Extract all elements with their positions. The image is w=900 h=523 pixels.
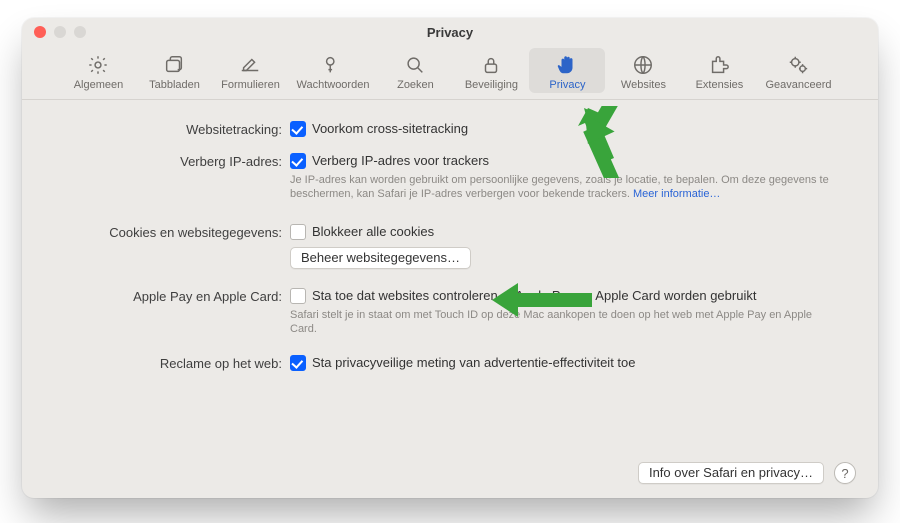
tab-label: Beveiliging bbox=[465, 79, 518, 91]
tab-label: Tabbladen bbox=[149, 79, 200, 91]
check-icon bbox=[290, 121, 306, 137]
label-ads: Reclame op het web: bbox=[50, 354, 290, 371]
row-website-tracking: Websitetracking: Voorkom cross-sitetrack… bbox=[50, 120, 850, 138]
preferences-window: Privacy Algemeen Tabbladen Formulieren W… bbox=[22, 18, 878, 498]
close-window-button[interactable] bbox=[34, 26, 46, 38]
checkbox-label: Blokkeer alle cookies bbox=[312, 223, 434, 241]
checkbox-label: Verberg IP-adres voor trackers bbox=[312, 152, 489, 170]
help-button[interactable]: ? bbox=[834, 462, 856, 484]
checkbox-hide-ip[interactable]: Verberg IP-adres voor trackers bbox=[290, 152, 850, 170]
tab-label: Websites bbox=[621, 79, 666, 91]
check-icon bbox=[290, 355, 306, 371]
puzzle-icon bbox=[708, 52, 730, 78]
globe-icon bbox=[632, 52, 654, 78]
tab-label: Wachtwoorden bbox=[296, 79, 369, 91]
checkbox-prevent-cross-site[interactable]: Voorkom cross-sitetracking bbox=[290, 120, 850, 138]
gear-icon bbox=[87, 52, 109, 78]
tab-advanced[interactable]: Geavanceerd bbox=[757, 48, 839, 93]
tab-label: Privacy bbox=[549, 79, 585, 91]
checkbox-block-cookies[interactable]: Blokkeer alle cookies bbox=[290, 223, 850, 241]
tab-label: Algemeen bbox=[74, 79, 124, 91]
check-icon bbox=[290, 224, 306, 240]
label-hide-ip: Verberg IP-adres: bbox=[50, 152, 290, 169]
search-icon bbox=[404, 52, 426, 78]
checkbox-label: Sta privacyveilige meting van advertenti… bbox=[312, 354, 635, 372]
tab-privacy[interactable]: Privacy bbox=[529, 48, 605, 93]
gears-icon bbox=[787, 52, 809, 78]
traffic-lights bbox=[34, 26, 86, 38]
label-apple-pay: Apple Pay en Apple Card: bbox=[50, 287, 290, 304]
tab-general[interactable]: Algemeen bbox=[60, 48, 136, 93]
tab-websites[interactable]: Websites bbox=[605, 48, 681, 93]
tab-label: Geavanceerd bbox=[765, 79, 831, 91]
tab-autofill[interactable]: Formulieren bbox=[212, 48, 288, 93]
row-ads: Reclame op het web: Sta privacyveilige m… bbox=[50, 354, 850, 372]
tab-label: Zoeken bbox=[397, 79, 434, 91]
titlebar: Privacy bbox=[22, 18, 878, 46]
safari-privacy-info-button[interactable]: Info over Safari en privacy… bbox=[638, 462, 824, 484]
tab-extensions[interactable]: Extensies bbox=[681, 48, 757, 93]
tab-security[interactable]: Beveiliging bbox=[453, 48, 529, 93]
minimize-window-button[interactable] bbox=[54, 26, 66, 38]
check-icon bbox=[290, 153, 306, 169]
footer: Info over Safari en privacy… ? bbox=[638, 462, 856, 484]
tab-passwords[interactable]: Wachtwoorden bbox=[288, 48, 377, 93]
tabs-icon bbox=[163, 52, 185, 78]
tab-tabs[interactable]: Tabbladen bbox=[136, 48, 212, 93]
checkbox-apple-pay[interactable]: Sta toe dat websites controleren of Appl… bbox=[290, 287, 850, 305]
row-hide-ip: Verberg IP-adres: Verberg IP-adres voor … bbox=[50, 152, 850, 201]
lock-icon bbox=[480, 52, 502, 78]
more-info-link[interactable]: Meer informatie… bbox=[633, 188, 720, 200]
preferences-toolbar: Algemeen Tabbladen Formulieren Wachtwoor… bbox=[22, 46, 878, 100]
hand-icon bbox=[556, 52, 578, 78]
checkbox-label: Voorkom cross-sitetracking bbox=[312, 120, 468, 138]
row-cookies: Cookies en websitegegevens: Blokkeer all… bbox=[50, 223, 850, 269]
tab-label: Formulieren bbox=[221, 79, 280, 91]
check-icon bbox=[290, 288, 306, 304]
row-apple-pay: Apple Pay en Apple Card: Sta toe dat web… bbox=[50, 287, 850, 336]
hide-ip-description: Je IP-adres kan worden gebruikt om perso… bbox=[290, 173, 830, 201]
manage-website-data-button[interactable]: Beheer websitegegevens… bbox=[290, 247, 471, 269]
pen-icon bbox=[239, 52, 261, 78]
privacy-pane: Websitetracking: Voorkom cross-sitetrack… bbox=[22, 100, 878, 396]
zoom-window-button[interactable] bbox=[74, 26, 86, 38]
checkbox-label: Sta toe dat websites controleren of Appl… bbox=[312, 287, 756, 305]
checkbox-ad-measurement[interactable]: Sta privacyveilige meting van advertenti… bbox=[290, 354, 850, 372]
label-website-tracking: Websitetracking: bbox=[50, 120, 290, 137]
apple-pay-description: Safari stelt je in staat om met Touch ID… bbox=[290, 308, 830, 336]
window-title: Privacy bbox=[22, 25, 878, 40]
tab-search[interactable]: Zoeken bbox=[377, 48, 453, 93]
tab-label: Extensies bbox=[696, 79, 744, 91]
key-icon bbox=[322, 52, 344, 78]
label-cookies: Cookies en websitegegevens: bbox=[50, 223, 290, 240]
